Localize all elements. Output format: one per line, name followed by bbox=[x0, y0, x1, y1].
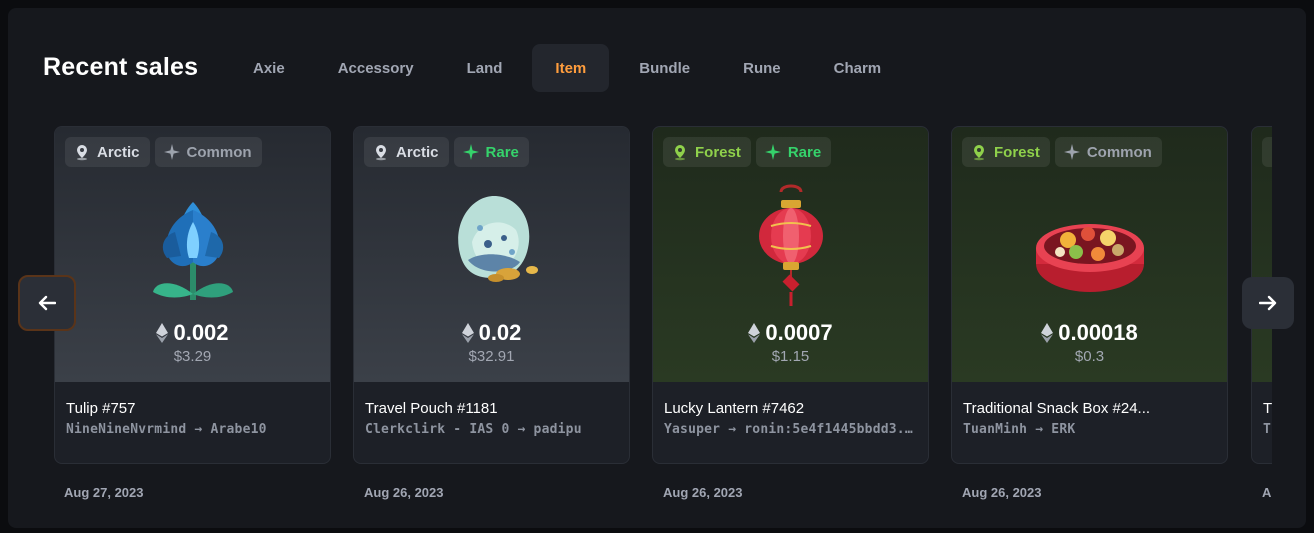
snack-box-icon bbox=[1030, 182, 1150, 312]
sales-carousel: Arctic Common 0.002 $3.29 Tulip #757 Nin… bbox=[54, 126, 1272, 506]
sparkle-icon bbox=[1063, 143, 1081, 161]
price-usd: $3.29 bbox=[173, 348, 212, 365]
price-eth: 0.02 bbox=[478, 320, 522, 345]
tab-axie[interactable]: Axie bbox=[230, 44, 308, 92]
sparkle-icon bbox=[764, 143, 782, 161]
card-art-area bbox=[1252, 127, 1272, 382]
tab-bundle[interactable]: Bundle bbox=[616, 44, 713, 92]
sale-date: Aug 26, 2023 bbox=[962, 485, 1042, 500]
map-pin-icon bbox=[671, 143, 689, 161]
land-badge: Arctic bbox=[364, 137, 449, 167]
card-art-area: Arctic Rare 0.02 $32.91 bbox=[354, 127, 629, 382]
sale-date: Aug 27, 2023 bbox=[64, 485, 144, 500]
item-name: Tulip #757 bbox=[66, 400, 136, 417]
item-name: T bbox=[1263, 400, 1272, 417]
tab-item[interactable]: Item bbox=[532, 44, 610, 92]
price-eth: 0.002 bbox=[173, 320, 229, 345]
land-badge: Arctic bbox=[65, 137, 150, 167]
seller-buyer: TuanMinh → ERK bbox=[963, 422, 1076, 437]
map-pin-icon bbox=[970, 143, 988, 161]
seller-buyer: NineNineNvrmind → Arabe10 bbox=[66, 422, 267, 437]
card-art-area: Forest Common 0.00018 $0.3 bbox=[952, 127, 1227, 382]
sale-card[interactable]: Arctic Common 0.002 $3.29 Tulip #757 Nin… bbox=[54, 126, 331, 464]
rarity-label: Common bbox=[1086, 143, 1152, 161]
category-tabs: Axie Accessory Land Item Bundle Rune Cha… bbox=[230, 44, 911, 92]
rarity-badge: Common bbox=[154, 137, 262, 167]
arrow-right-icon bbox=[1259, 295, 1277, 311]
price-usd: $0.3 bbox=[1074, 348, 1105, 365]
land-label: Forest bbox=[994, 143, 1040, 161]
item-name: Lucky Lantern #7462 bbox=[664, 400, 805, 417]
sale-card[interactable]: Forest Rare 0.0007 $1.15 Lucky Lantern #… bbox=[652, 126, 929, 464]
rarity-badge: Rare bbox=[755, 137, 832, 167]
rarity-label: Rare bbox=[485, 143, 519, 161]
sparkle-icon bbox=[163, 143, 181, 161]
card-art-area: Arctic Common 0.002 $3.29 bbox=[55, 127, 330, 382]
land-badge: Forest bbox=[962, 137, 1050, 167]
item-name: Travel Pouch #1181 bbox=[365, 400, 498, 417]
item-name: Traditional Snack Box #24... bbox=[963, 400, 1151, 417]
lucky-lantern-icon bbox=[731, 182, 851, 312]
next-button[interactable] bbox=[1242, 277, 1294, 329]
eth-icon bbox=[1041, 323, 1054, 343]
land-label: Arctic bbox=[97, 143, 140, 161]
seller-buyer: Yasuper → ronin:5e4f1445bbdd3... bbox=[664, 422, 919, 437]
eth-icon bbox=[156, 323, 169, 343]
rarity-label: Common bbox=[186, 143, 252, 161]
arrow-left-icon bbox=[38, 295, 56, 311]
rarity-badge: Rare bbox=[453, 137, 529, 167]
price-eth: 0.00018 bbox=[1058, 320, 1138, 345]
land-label: Forest bbox=[695, 143, 741, 161]
sparkle-icon bbox=[462, 143, 480, 161]
travel-pouch-icon bbox=[432, 182, 552, 312]
tab-land[interactable]: Land bbox=[444, 44, 526, 92]
rarity-badge: Common bbox=[1054, 137, 1162, 167]
sale-date: A bbox=[1262, 485, 1272, 500]
sale-card[interactable]: Arctic Rare 0.02 $32.91 Travel Pouch #11… bbox=[353, 126, 630, 464]
land-badge bbox=[1262, 137, 1272, 167]
seller-buyer: Clerkclirk - IAS 0 → padipu bbox=[365, 422, 582, 437]
page-title: Recent sales bbox=[43, 53, 199, 81]
map-pin-icon bbox=[372, 143, 390, 161]
price-usd: $32.91 bbox=[468, 348, 515, 365]
sale-date: Aug 26, 2023 bbox=[364, 485, 444, 500]
eth-icon bbox=[461, 323, 474, 343]
land-badge: Forest bbox=[663, 137, 751, 167]
price-usd: $1.15 bbox=[771, 348, 810, 365]
recent-sales-panel: Recent sales Axie Accessory Land Item Bu… bbox=[8, 8, 1306, 528]
price-eth: 0.0007 bbox=[765, 320, 833, 345]
tab-charm[interactable]: Charm bbox=[811, 44, 905, 92]
card-art-area: Forest Rare 0.0007 $1.15 bbox=[653, 127, 928, 382]
land-label: Arctic bbox=[396, 143, 439, 161]
tab-accessory[interactable]: Accessory bbox=[315, 44, 437, 92]
tab-rune[interactable]: Rune bbox=[720, 44, 804, 92]
map-pin-icon bbox=[73, 143, 91, 161]
rarity-label: Rare bbox=[787, 143, 822, 161]
sale-date: Aug 26, 2023 bbox=[663, 485, 743, 500]
eth-icon bbox=[748, 323, 761, 343]
previous-button[interactable] bbox=[18, 275, 76, 331]
sale-card[interactable]: Forest Common 0.00018 $0.3 Traditional S… bbox=[951, 126, 1228, 464]
tulip-icon bbox=[133, 182, 253, 312]
seller-buyer: T bbox=[1263, 422, 1272, 437]
